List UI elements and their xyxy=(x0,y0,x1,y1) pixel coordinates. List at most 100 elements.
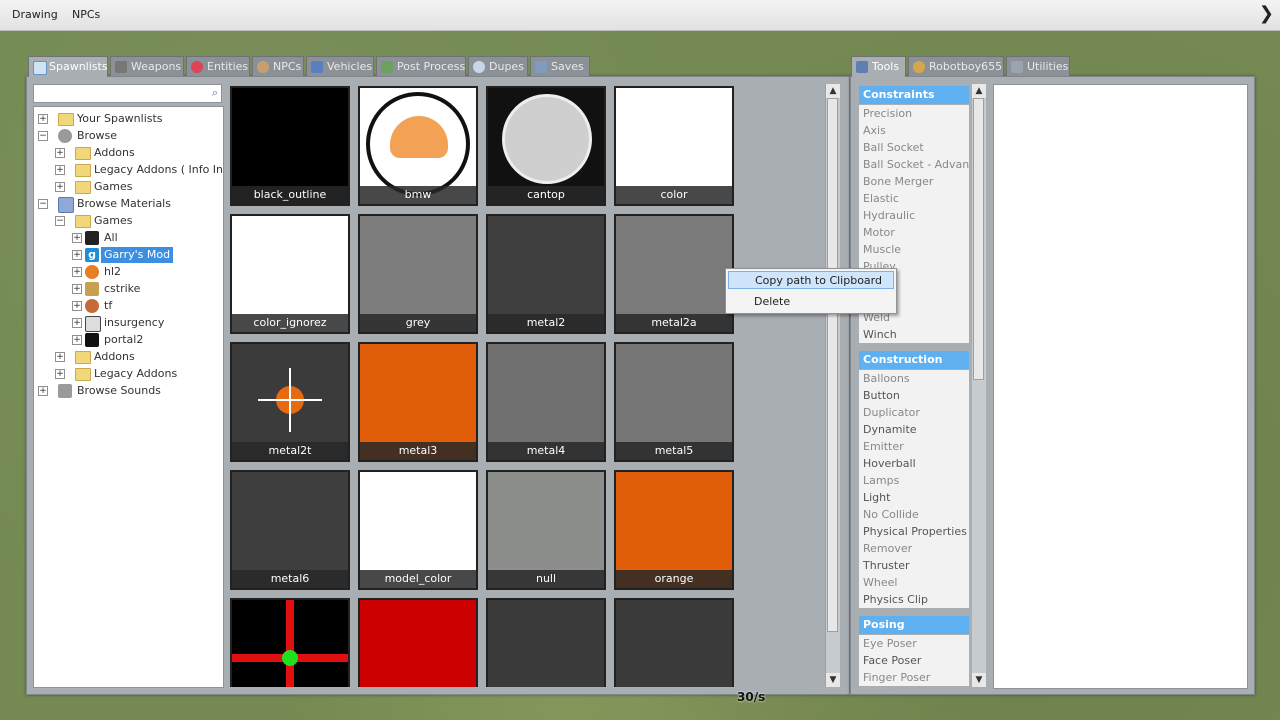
material-tile[interactable]: orange xyxy=(614,470,734,590)
expand-icon[interactable]: + xyxy=(72,301,82,311)
expand-icon[interactable]: + xyxy=(72,318,82,328)
material-tile[interactable]: metal2t xyxy=(230,342,350,462)
material-tile[interactable]: null xyxy=(486,470,606,590)
tool-item[interactable]: Duplicator xyxy=(859,404,969,421)
tool-item[interactable]: No Collide xyxy=(859,506,969,523)
scrollbar-thumb[interactable] xyxy=(973,98,984,380)
material-tile[interactable]: metal3 xyxy=(358,342,478,462)
chevron-right-icon[interactable]: ❯ xyxy=(1259,3,1274,24)
tool-item[interactable]: Bone Merger xyxy=(859,173,969,190)
tab-npcs[interactable]: NPCs xyxy=(252,56,304,76)
wrench-icon xyxy=(856,61,868,73)
tool-item[interactable]: Axis xyxy=(859,122,969,139)
tab-dupes[interactable]: Dupes xyxy=(468,56,528,76)
material-tile[interactable]: metal6 xyxy=(230,470,350,590)
material-tile[interactable] xyxy=(358,598,478,687)
tool-item[interactable]: Balloons xyxy=(859,370,969,387)
tool-item[interactable]: Hydraulic xyxy=(859,207,969,224)
tool-item[interactable]: Button xyxy=(859,387,969,404)
tool-item[interactable]: Remover xyxy=(859,540,969,557)
collapse-icon[interactable]: − xyxy=(38,199,48,209)
tab-utilities[interactable]: Utilities xyxy=(1006,56,1070,76)
tool-item[interactable]: Physical Properties xyxy=(859,523,969,540)
tab-entities[interactable]: Entities xyxy=(186,56,250,76)
tool-item[interactable]: Eye Poser xyxy=(859,635,969,652)
material-tile[interactable]: grey xyxy=(358,214,478,334)
expand-icon[interactable]: + xyxy=(72,233,82,243)
category-constraints[interactable]: Constraints xyxy=(859,86,969,104)
tab-vehicles[interactable]: Vehicles xyxy=(306,56,374,76)
speaker-icon xyxy=(58,384,72,398)
scrollbar-thumb[interactable] xyxy=(827,98,838,632)
material-tile[interactable]: metal2a xyxy=(614,214,734,334)
tool-item[interactable]: Ball Socket - Advan... xyxy=(859,156,969,173)
tool-item[interactable]: Dynamite xyxy=(859,421,969,438)
delete-menu-item[interactable]: Delete xyxy=(728,293,894,311)
tab-spawnlists[interactable]: Spawnlists xyxy=(28,56,108,77)
tool-item[interactable]: Lamps xyxy=(859,472,969,489)
expand-icon[interactable]: + xyxy=(72,284,82,294)
tool-item[interactable]: Elastic xyxy=(859,190,969,207)
tool-item[interactable]: Physics Clip xyxy=(859,591,969,608)
material-tile[interactable]: color xyxy=(614,86,734,206)
collapse-icon[interactable]: − xyxy=(55,216,65,226)
disc-icon xyxy=(473,61,485,73)
copy-path-menu-item[interactable]: Copy path to Clipboard xyxy=(728,271,894,289)
material-tile[interactable] xyxy=(486,598,606,687)
tool-item[interactable]: Precision xyxy=(859,105,969,122)
tool-item[interactable]: Wheel xyxy=(859,574,969,591)
material-grid-scrollbar[interactable]: ▲ ▼ xyxy=(825,84,840,687)
material-tile[interactable]: cantop xyxy=(486,86,606,206)
category-posing[interactable]: Posing xyxy=(859,616,969,634)
tool-item[interactable]: Emitter xyxy=(859,438,969,455)
expand-icon[interactable]: + xyxy=(55,182,65,192)
scroll-up-icon[interactable]: ▲ xyxy=(826,84,840,98)
material-tile[interactable]: bmw xyxy=(358,86,478,206)
bricks-icon xyxy=(191,61,203,73)
tab-tools[interactable]: Tools xyxy=(851,56,906,77)
material-tile[interactable]: metal5 xyxy=(614,342,734,462)
tool-list-scrollbar[interactable]: ▲ ▼ xyxy=(972,84,986,687)
expand-icon[interactable]: + xyxy=(72,267,82,277)
scroll-down-icon[interactable]: ▼ xyxy=(972,673,986,687)
search-input[interactable]: ⌕ xyxy=(33,84,222,103)
search-icon[interactable]: ⌕ xyxy=(212,86,218,100)
expand-icon[interactable]: + xyxy=(55,369,65,379)
expand-icon[interactable]: + xyxy=(72,250,82,260)
lambda-icon xyxy=(85,265,99,279)
material-tile[interactable]: metal4 xyxy=(486,342,606,462)
tool-item[interactable]: Thruster xyxy=(859,557,969,574)
collapse-icon[interactable]: − xyxy=(38,131,48,141)
expand-icon[interactable]: + xyxy=(55,148,65,158)
tool-item[interactable]: Light xyxy=(859,489,969,506)
material-tile[interactable]: model_color xyxy=(358,470,478,590)
material-tile[interactable]: metal2 xyxy=(486,214,606,334)
material-tile[interactable]: color_ignorez xyxy=(230,214,350,334)
expand-icon[interactable]: + xyxy=(55,165,65,175)
tool-item[interactable]: Winch xyxy=(859,326,969,343)
tab-robotboy655[interactable]: Robotboy655 xyxy=(908,56,1004,76)
tool-item[interactable]: Ball Socket xyxy=(859,139,969,156)
category-construction[interactable]: Construction xyxy=(859,351,969,369)
material-tile[interactable]: black_outline xyxy=(230,86,350,206)
scroll-up-icon[interactable]: ▲ xyxy=(972,84,986,98)
tool-item[interactable]: Face Poser xyxy=(859,652,969,669)
tab-saves[interactable]: Saves xyxy=(530,56,590,76)
expand-icon[interactable]: + xyxy=(38,114,48,124)
expand-icon[interactable]: + xyxy=(72,335,82,345)
browse-tree: + Your Spawnlists − Browse + Addons + Legacy… xyxy=(33,106,224,688)
material-tile[interactable] xyxy=(614,598,734,687)
material-icon xyxy=(58,197,74,213)
tool-item[interactable]: Muscle xyxy=(859,241,969,258)
tool-item[interactable]: Finger Poser xyxy=(859,669,969,686)
expand-icon[interactable]: + xyxy=(55,352,65,362)
material-tile[interactable] xyxy=(230,598,350,687)
menu-npcs[interactable]: NPCs xyxy=(72,8,100,21)
tab-weapons[interactable]: Weapons xyxy=(110,56,184,76)
tab-post-process[interactable]: Post Process xyxy=(376,56,466,76)
expand-icon[interactable]: + xyxy=(38,386,48,396)
menu-drawing[interactable]: Drawing xyxy=(12,8,58,21)
tool-item[interactable]: Hoverball xyxy=(859,455,969,472)
scroll-down-icon[interactable]: ▼ xyxy=(826,673,840,687)
tool-item[interactable]: Motor xyxy=(859,224,969,241)
